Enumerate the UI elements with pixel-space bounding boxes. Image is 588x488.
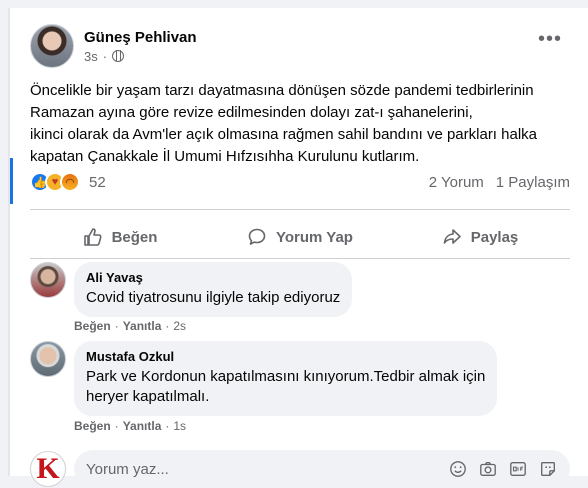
post-meta: 3s · bbox=[84, 49, 197, 64]
comment-item: Mustafa Ozkul Park ve Kordonun kapatılma… bbox=[30, 341, 498, 416]
comment-input-box[interactable] bbox=[74, 450, 570, 488]
emoji-icon[interactable] bbox=[448, 459, 468, 479]
comment-bubble: Mustafa Ozkul Park ve Kordonun kapatılma… bbox=[74, 341, 498, 416]
share-icon bbox=[443, 229, 461, 244]
share-button[interactable]: Paylaş bbox=[390, 218, 570, 256]
comment-reply-button[interactable]: Yanıtla bbox=[123, 319, 162, 333]
comment-text-line: Park ve Kordonun kapatılmasını kınıyorum… bbox=[86, 368, 486, 385]
comment-time[interactable]: 2s bbox=[173, 319, 186, 333]
comment-actions: Beğen · Yanıtla · 1s bbox=[74, 419, 186, 433]
post-text-line: Ramazan ayına göre revize edilmesinden d… bbox=[30, 104, 473, 121]
post-text-line: kapatan Çanakkale İl Umumi Hıfzısıhha Ku… bbox=[30, 148, 420, 165]
comment-time[interactable]: 1s bbox=[173, 419, 186, 433]
camera-icon[interactable] bbox=[478, 459, 498, 479]
post-text: Öncelikle bir yaşam tarzı dayatmasına dö… bbox=[30, 80, 570, 168]
comment-reply-button[interactable]: Yanıtla bbox=[123, 419, 162, 433]
comment-item: Ali Yavaş Covid tiyatrosunu ilgiyle taki… bbox=[30, 262, 353, 317]
post-text-line: Öncelikle bir yaşam tarzı dayatmasına dö… bbox=[30, 82, 534, 99]
comment-input[interactable] bbox=[86, 460, 448, 478]
comments-count[interactable]: 2 Yorum bbox=[429, 174, 484, 191]
separator-dot: · bbox=[165, 419, 170, 433]
commenter-name[interactable]: Ali Yavaş bbox=[86, 270, 340, 285]
separator-dot: · bbox=[114, 419, 119, 433]
author-avatar[interactable] bbox=[30, 24, 74, 68]
comment-text: Park ve Kordonun kapatılmasını kınıyorum… bbox=[86, 367, 485, 407]
author-name[interactable]: Güneş Pehlivan bbox=[84, 29, 197, 46]
angry-reaction-icon: ◠ bbox=[60, 172, 80, 192]
divider bbox=[30, 258, 570, 259]
separator-dot: · bbox=[102, 48, 108, 64]
commenter-name[interactable]: Mustafa Ozkul bbox=[86, 349, 485, 364]
sticker-icon[interactable] bbox=[538, 459, 558, 479]
separator-dot: · bbox=[165, 319, 170, 333]
engagement-counts: 2 Yorum 1 Paylaşım bbox=[429, 174, 570, 191]
reactions-row: 👍 ♥ ◠ 52 2 Yorum 1 Paylaşım bbox=[30, 170, 570, 194]
more-icon[interactable]: ••• bbox=[538, 29, 562, 49]
post-time[interactable]: 3s bbox=[84, 49, 98, 64]
like-button[interactable]: Beğen bbox=[30, 218, 210, 256]
like-icon bbox=[83, 228, 102, 246]
comment-bubble: Ali Yavaş Covid tiyatrosunu ilgiyle taki… bbox=[74, 262, 353, 317]
share-label: Paylaş bbox=[470, 228, 519, 246]
reaction-icons[interactable]: 👍 ♥ ◠ bbox=[30, 172, 80, 192]
comment-label: Yorum Yap bbox=[276, 228, 353, 246]
gif-icon[interactable] bbox=[508, 459, 528, 479]
reaction-count[interactable]: 52 bbox=[89, 174, 106, 191]
comment-button[interactable]: Yorum Yap bbox=[210, 218, 390, 256]
commenter-avatar[interactable] bbox=[30, 262, 66, 298]
like-label: Beğen bbox=[111, 228, 158, 246]
shares-count[interactable]: 1 Paylaşım bbox=[496, 174, 570, 191]
comment-icon bbox=[248, 228, 266, 245]
composer-tools bbox=[448, 459, 558, 479]
comment-like-button[interactable]: Beğen bbox=[74, 419, 111, 433]
commenter-avatar[interactable] bbox=[30, 341, 66, 377]
focus-accent-bar bbox=[10, 158, 13, 204]
divider bbox=[30, 209, 570, 210]
separator-dot: · bbox=[114, 319, 119, 333]
my-avatar[interactable]: K bbox=[30, 451, 66, 487]
author-block: Güneş Pehlivan 3s · bbox=[84, 29, 197, 64]
post-actions: Beğen Yorum Yap Paylaş bbox=[30, 218, 570, 256]
comment-text-line: heryer kapatılmalı. bbox=[86, 388, 210, 405]
post-header: Güneş Pehlivan 3s · bbox=[30, 24, 197, 68]
comment-actions: Beğen · Yanıtla · 2s bbox=[74, 319, 186, 333]
post-text-line: ikinci olarak da Avm'ler açık olmasına r… bbox=[30, 126, 538, 143]
comment-text: Covid tiyatrosunu ilgiyle takip ediyoruz bbox=[86, 289, 341, 306]
post-card: Güneş Pehlivan 3s · ••• Öncelikle bir ya… bbox=[8, 8, 588, 488]
comment-composer: K bbox=[30, 450, 570, 488]
comment-like-button[interactable]: Beğen bbox=[74, 319, 111, 333]
globe-icon bbox=[112, 50, 125, 62]
